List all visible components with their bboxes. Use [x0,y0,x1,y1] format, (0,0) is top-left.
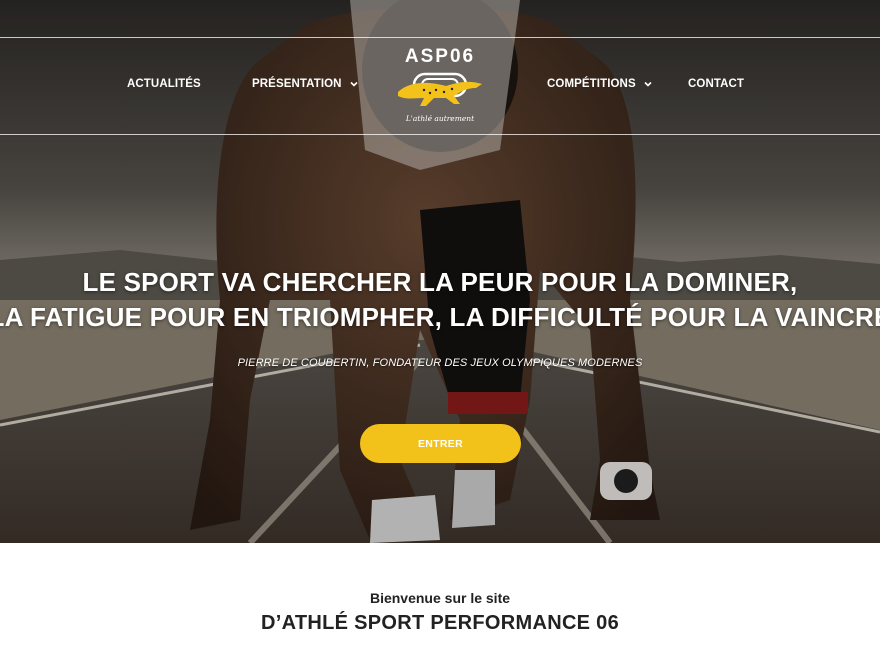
nav-item-actualites[interactable]: ACTUALITÉS [127,78,201,90]
cheetah-logo-icon [398,72,482,106]
nav-item-label: ACTUALITÉS [127,78,201,90]
hero-headline-line2: LA FATIGUE POUR EN TRIOMPHER, LA DIFFICU… [0,302,880,332]
site-logo[interactable]: ASP06 L'athlé autrement [392,44,488,130]
chevron-down-icon [350,81,358,87]
nav-item-competitions[interactable]: COMPÉTITIONS [547,78,653,90]
nav-item-label: CONTACT [688,78,745,90]
site-title-heading: D’ATHLÉ SPORT PERFORMANCE 06 [260,612,620,634]
enter-button[interactable]: ENTRER [360,424,521,463]
header-top-divider [0,37,880,38]
nav-item-contact[interactable]: CONTACT [688,78,744,90]
hero-section: ACTUALITÉS PRÉSENTATION ASP06 L'athlé au… [0,0,880,543]
chevron-down-icon [644,81,652,87]
hero-headline-line1: LE SPORT VA CHERCHER LA PEUR POUR LA DOM… [82,267,798,297]
nav-item-label: PRÉSENTATION [252,78,342,90]
nav-item-presentation[interactable]: PRÉSENTATION [252,78,359,90]
logo-name: ASP06 [404,46,476,67]
quote-author: PIERRE DE COUBERTIN, FONDATEUR DES JEUX … [237,357,643,369]
header-bottom-divider [0,134,880,135]
nav-item-label: COMPÉTITIONS [547,78,636,90]
welcome-text: Bienvenue sur le site [369,590,511,606]
logo-tagline: L'athlé autrement [405,114,475,123]
enter-button-label: ENTRER [418,437,463,450]
